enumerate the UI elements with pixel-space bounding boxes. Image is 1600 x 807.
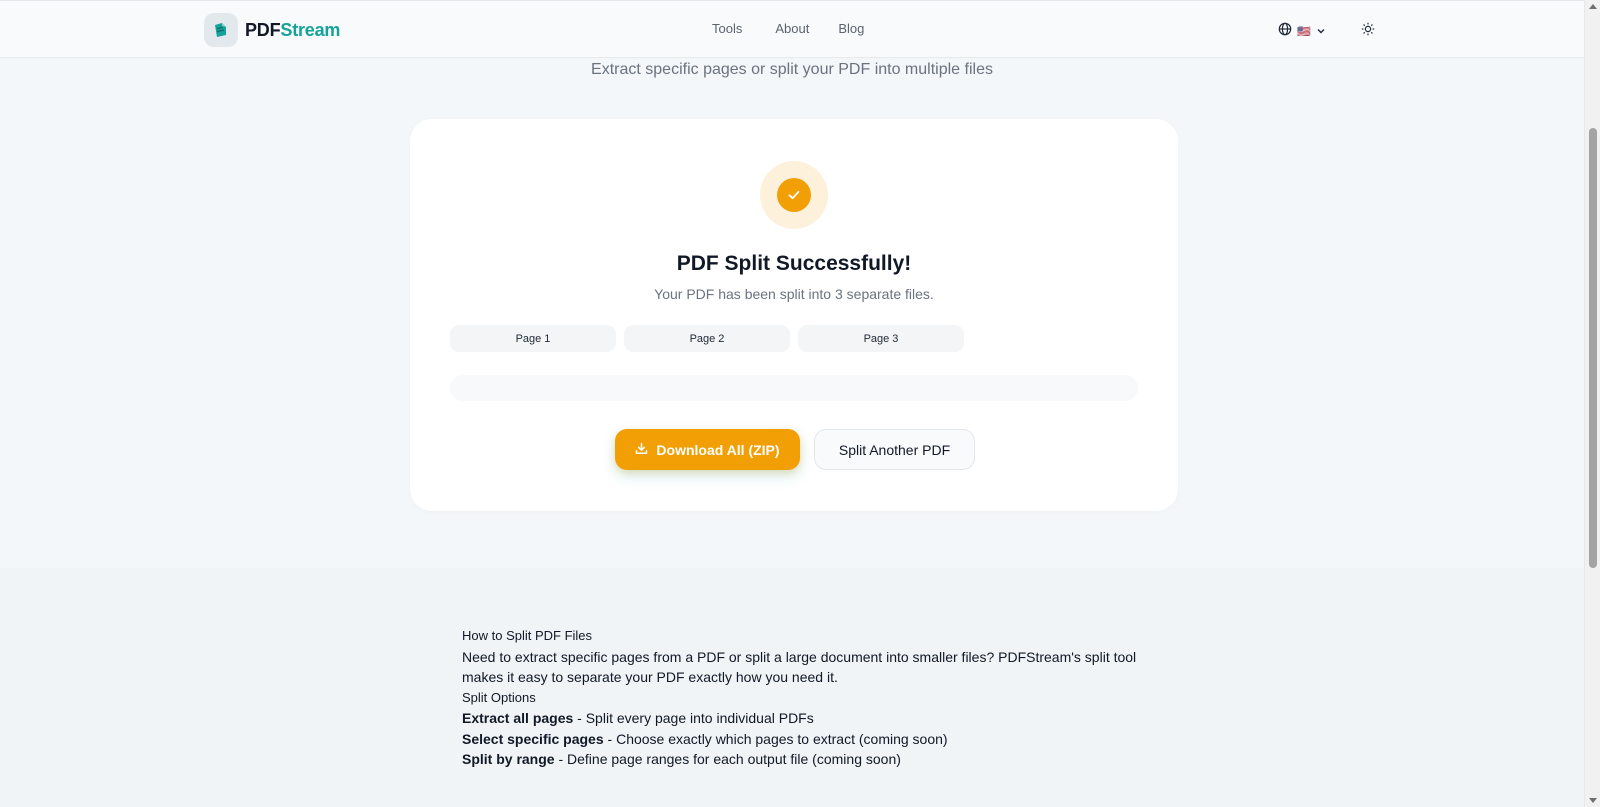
download-all-button[interactable]: Download All (ZIP)	[615, 429, 800, 470]
how-to-content: How to Split PDF Files Need to extract s…	[462, 626, 1142, 770]
split-option-desc: - Choose exactly which pages to extract …	[603, 730, 948, 747]
how-to-heading: How to Split PDF Files	[462, 628, 593, 643]
split-result-card: PDF Split Successfully! Your PDF has bee…	[410, 119, 1178, 511]
page-file-chip[interactable]: Page 1	[450, 325, 616, 352]
split-option-item: Extract all pages - Split every page int…	[462, 708, 1142, 729]
split-options-heading: Split Options	[462, 689, 536, 705]
split-option-title: Select specific pages	[462, 730, 604, 747]
page-file-chip[interactable]: Page 3	[798, 325, 964, 352]
download-icon	[635, 442, 648, 458]
page-subtitle: Extract specific pages or split your PDF…	[591, 61, 993, 78]
split-option-title: Split by range	[462, 751, 555, 767]
nav-about[interactable]: About	[775, 21, 809, 36]
split-option-item: Select specific pages - Choose exactly w…	[462, 729, 1142, 750]
theme-toggle-button[interactable]	[1361, 22, 1375, 41]
progress-bar-fill	[450, 375, 1138, 401]
main-nav: Tools About Blog	[712, 21, 864, 36]
chevron-down-icon	[1316, 23, 1326, 41]
download-all-label: Download All (ZIP)	[656, 441, 780, 458]
split-option-desc: - Split every page into individual PDFs	[573, 710, 814, 726]
result-description: Your PDF has been split into 3 separate …	[654, 286, 934, 302]
how-to-intro: Need to extract specific pages from a PD…	[462, 648, 1137, 686]
how-to-section: How to Split PDF Files Need to extract s…	[0, 568, 1584, 807]
language-flag: 🇺🇸	[1297, 25, 1311, 38]
logo-text: PDFStream	[245, 19, 341, 40]
logo-link[interactable]: PDFStream	[204, 13, 340, 47]
nav-tools[interactable]: Tools	[712, 21, 742, 36]
site-header: PDFStream Tools About Blog 🇺🇸	[0, 0, 1584, 58]
nav-blog[interactable]: Blog	[838, 21, 864, 36]
scroll-thumb[interactable]	[1589, 128, 1597, 568]
page-scrollbar[interactable]	[1584, 0, 1600, 807]
split-option-desc: - Define page ranges for each output fil…	[554, 751, 901, 767]
sun-icon	[1361, 22, 1375, 40]
check-icon	[777, 178, 811, 212]
scroll-down-arrow[interactable]	[1589, 798, 1597, 803]
page-file-chip[interactable]: Page 2	[624, 325, 790, 352]
success-badge	[760, 161, 828, 229]
split-pages-list: Page 1 Page 2 Page 3	[450, 325, 964, 352]
result-title: PDF Split Successfully!	[676, 252, 912, 275]
progress-bar	[450, 375, 1138, 401]
split-option-item: Split by range - Define page ranges for …	[462, 749, 1142, 770]
scroll-up-arrow[interactable]	[1589, 4, 1597, 9]
split-option-title: Extract all pages	[462, 710, 574, 726]
split-another-button[interactable]: Split Another PDF	[814, 429, 975, 470]
globe-icon	[1278, 22, 1292, 41]
language-selector[interactable]: 🇺🇸	[1278, 22, 1326, 41]
pdf-stream-logo-icon	[204, 13, 238, 47]
